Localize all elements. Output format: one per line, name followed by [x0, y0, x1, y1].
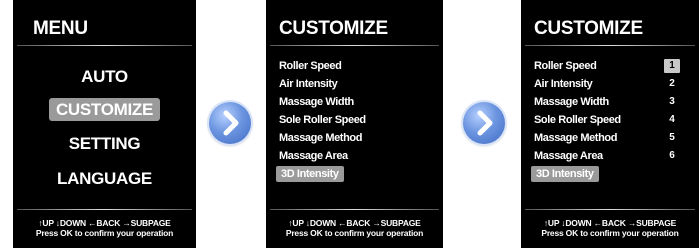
menu-item-label: LANGUAGE	[57, 169, 152, 188]
footer-confirm-hint: Press OK to confirm your operation	[35, 228, 174, 238]
customize-item-air-intensity[interactable]: Air Intensity	[534, 76, 593, 92]
menu-screen: MENU AUTO CUSTOMIZE SETTING LANGUAGE ↑UP…	[13, 0, 196, 248]
customize-item-massage-method[interactable]: Massage Method	[534, 130, 617, 146]
customize-item-massage-area[interactable]: Massage Area	[279, 148, 348, 164]
divider	[525, 45, 695, 46]
air-intensity-value[interactable]: 2	[664, 77, 680, 91]
divider	[270, 45, 439, 46]
footer-hint: ↑UP ↓DOWN ←BACK →SUBPAGE Press OK to con…	[266, 218, 443, 238]
customize-item-3d-intensity[interactable]: 3D Intensity	[276, 166, 344, 182]
screen-title: CUSTOMIZE	[279, 18, 388, 39]
footer-nav-hint: ↑UP ↓DOWN ←BACK →SUBPAGE	[288, 218, 421, 228]
footer-nav-hint: ↑UP ↓DOWN ←BACK →SUBPAGE	[543, 218, 677, 228]
customize-item-air-intensity[interactable]: Air Intensity	[279, 76, 338, 92]
menu-item-label: AUTO	[81, 67, 128, 86]
customize-values-screen: CUSTOMIZE Roller Speed 1 Air Intensity 2…	[521, 0, 699, 248]
divider	[270, 209, 439, 210]
massage-method-value[interactable]: 5	[664, 131, 680, 145]
footer-nav-hint: ↑UP ↓DOWN ←BACK →SUBPAGE	[38, 218, 171, 228]
menu-item-language[interactable]: LANGUAGE	[13, 166, 196, 192]
next-arrow-button[interactable]	[209, 102, 251, 144]
customize-item-sole-roller-speed[interactable]: Sole Roller Speed	[534, 112, 621, 128]
footer-confirm-hint: Press OK to confirm your operation	[541, 228, 679, 238]
massage-area-value[interactable]: 6	[664, 149, 680, 163]
screen-title: CUSTOMIZE	[534, 18, 643, 39]
menu-item-setting[interactable]: SETTING	[13, 131, 196, 157]
customize-item-massage-area[interactable]: Massage Area	[534, 148, 603, 164]
customize-item-roller-speed[interactable]: Roller Speed	[534, 58, 597, 74]
customize-item-3d-intensity[interactable]: 3D Intensity	[531, 166, 599, 182]
footer-confirm-hint: Press OK to confirm your operation	[285, 228, 424, 238]
screen-title: MENU	[33, 18, 88, 39]
massage-width-value[interactable]: 3	[664, 95, 680, 109]
next-arrow-button[interactable]	[463, 102, 505, 144]
footer-hint: ↑UP ↓DOWN ←BACK →SUBPAGE Press OK to con…	[521, 218, 699, 238]
divider	[525, 209, 695, 210]
chevron-right-icon	[223, 110, 239, 136]
chevron-right-icon	[477, 110, 493, 136]
customize-item-massage-width[interactable]: Massage Width	[534, 94, 609, 110]
menu-item-customize[interactable]: CUSTOMIZE	[13, 97, 196, 123]
roller-speed-value[interactable]: 1	[664, 59, 680, 73]
divider	[17, 45, 192, 46]
menu-item-label: SETTING	[68, 134, 141, 153]
menu-item-label: CUSTOMIZE	[48, 98, 161, 121]
customize-item-massage-width[interactable]: Massage Width	[279, 94, 354, 110]
customize-screen: CUSTOMIZE Roller Speed Air Intensity Mas…	[266, 0, 443, 248]
customize-item-sole-roller-speed[interactable]: Sole Roller Speed	[279, 112, 366, 128]
footer-hint: ↑UP ↓DOWN ←BACK →SUBPAGE Press OK to con…	[13, 218, 196, 238]
customize-item-massage-method[interactable]: Massage Method	[279, 130, 362, 146]
divider	[17, 209, 192, 210]
sole-roller-speed-value[interactable]: 4	[664, 113, 680, 127]
menu-item-auto[interactable]: AUTO	[13, 64, 196, 90]
customize-item-roller-speed[interactable]: Roller Speed	[279, 58, 342, 74]
